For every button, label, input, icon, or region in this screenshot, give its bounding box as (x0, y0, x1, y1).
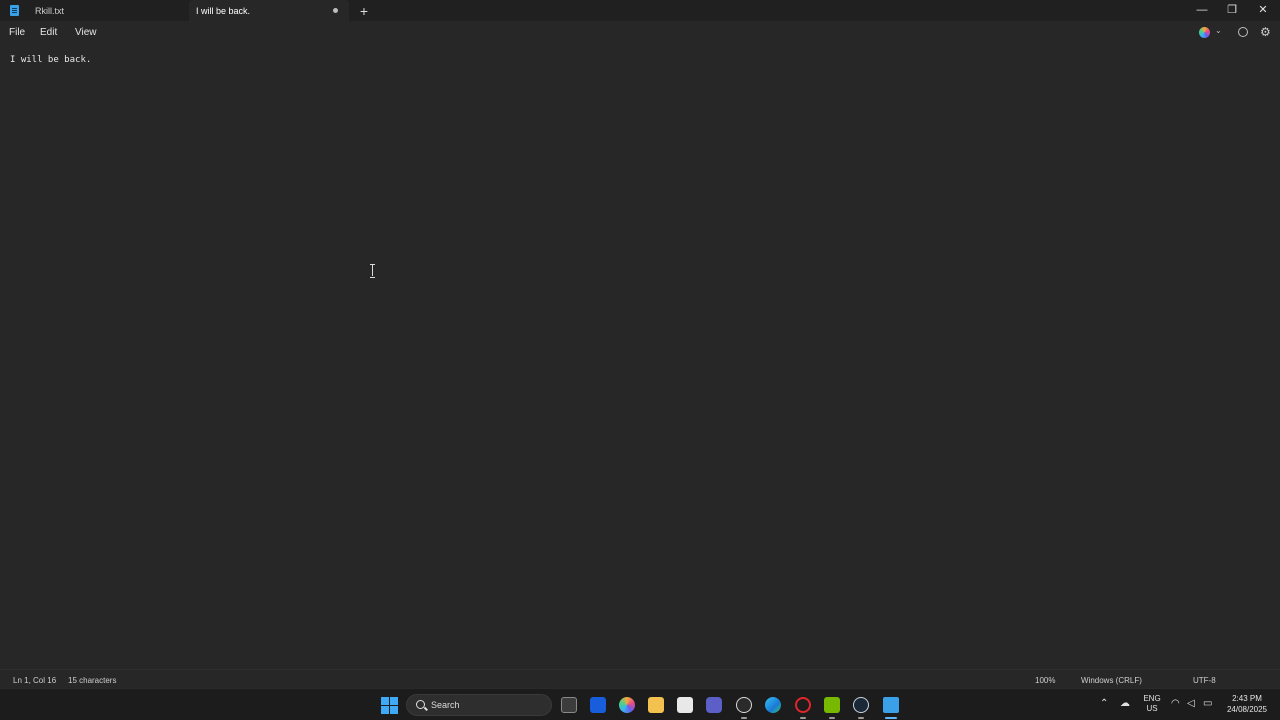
text-editor[interactable]: I will be back. (0, 44, 1280, 669)
notepad-app-icon (10, 5, 19, 16)
running-indicator (829, 717, 835, 719)
running-indicator (858, 717, 864, 719)
language-indicator[interactable]: ENG US (1141, 694, 1163, 714)
zoom-level[interactable]: 100% (1035, 676, 1055, 685)
maximize-button[interactable]: ❐ (1217, 0, 1247, 21)
clock-date: 24/08/2025 (1226, 705, 1268, 714)
teams-icon[interactable] (706, 697, 722, 713)
title-bar: Rkill.txt I will be back. + — ❐ ✕ (0, 0, 1280, 21)
tab-label: I will be back. (196, 6, 251, 16)
running-indicator (741, 717, 747, 719)
ibeam-cursor-icon (370, 264, 375, 278)
menu-view[interactable]: View (75, 27, 97, 38)
language-secondary: US (1146, 704, 1158, 713)
nvidia-icon[interactable] (824, 697, 840, 713)
steam-icon[interactable] (853, 697, 869, 713)
taskbar: Search ⌃ ☁ ENG US ◠ ◁ ▭ 2:43 PM 24/08/20… (0, 688, 1280, 720)
notepad-icon[interactable] (883, 697, 899, 713)
cursor-position: Ln 1, Col 16 (13, 676, 57, 685)
volume-icon[interactable]: ◁ (1187, 698, 1195, 709)
taskbar-search[interactable]: Search (406, 694, 552, 716)
running-indicator (800, 717, 806, 719)
minimize-button[interactable]: — (1187, 0, 1217, 21)
menu-bar: File Edit View (0, 21, 1280, 44)
bitwarden-icon[interactable] (590, 697, 606, 713)
task-view-icon[interactable] (561, 697, 577, 713)
status-bar: Ln 1, Col 16 15 characters 100% Windows … (0, 669, 1280, 688)
menu-edit[interactable]: Edit (40, 27, 57, 38)
line-ending[interactable]: Windows (CRLF) (1081, 676, 1142, 685)
character-count: 15 characters (68, 676, 117, 685)
active-indicator (885, 717, 897, 719)
microsoft-store-icon[interactable] (677, 697, 693, 713)
clock-time: 2:43 PM (1232, 694, 1262, 703)
battery-icon[interactable]: ▭ (1203, 698, 1212, 709)
search-icon (416, 700, 425, 709)
editor-content[interactable]: I will be back. (10, 55, 91, 65)
close-button[interactable]: ✕ (1248, 0, 1278, 21)
gear-icon[interactable]: ⚙ (1260, 25, 1271, 39)
tab-i-will-be-back[interactable]: I will be back. (189, 0, 349, 21)
file-explorer-icon[interactable] (648, 697, 664, 713)
language-primary: ENG (1143, 694, 1161, 703)
opera-icon[interactable] (795, 697, 811, 713)
onedrive-icon[interactable]: ☁ (1120, 698, 1130, 709)
tab-rkill[interactable]: Rkill.txt (0, 0, 189, 21)
chevron-down-icon[interactable]: ⌄ (1215, 26, 1222, 35)
chevron-up-icon[interactable]: ⌃ (1100, 698, 1108, 709)
encoding[interactable]: UTF-8 (1193, 676, 1216, 685)
wifi-icon[interactable]: ◠ (1171, 698, 1180, 709)
menu-file[interactable]: File (9, 27, 25, 38)
search-placeholder: Search (431, 700, 460, 710)
chatgpt-icon[interactable] (736, 697, 752, 713)
unsaved-dot-icon[interactable] (333, 8, 338, 13)
system-clock[interactable]: 2:43 PM 24/08/2025 (1224, 693, 1270, 715)
new-tab-button[interactable]: + (356, 3, 372, 19)
windows-start-icon[interactable] (381, 697, 398, 714)
copilot-taskbar-icon[interactable] (619, 697, 635, 713)
copilot-icon[interactable] (1199, 27, 1210, 38)
tab-label: Rkill.txt (35, 6, 64, 16)
edge-icon[interactable] (765, 697, 781, 713)
account-icon[interactable] (1238, 27, 1248, 37)
